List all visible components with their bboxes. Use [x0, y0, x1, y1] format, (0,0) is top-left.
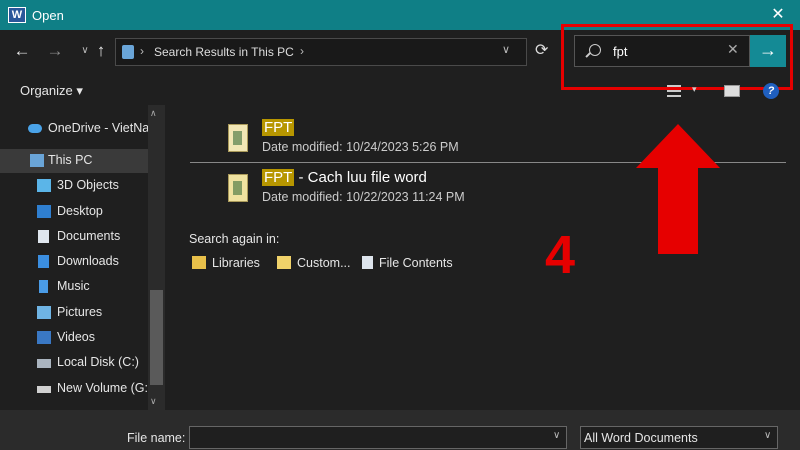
- sidebar-item-3d-objects[interactable]: 3D Objects: [0, 174, 148, 198]
- close-icon[interactable]: ✕: [768, 4, 788, 26]
- sidebar-item-label: OneDrive - VietNa: [48, 121, 150, 135]
- breadcrumb-separator[interactable]: ›: [300, 44, 304, 58]
- sidebar-item-documents[interactable]: Documents: [0, 225, 148, 249]
- sidebar-item-local-disk-c[interactable]: Local Disk (C:): [0, 351, 148, 375]
- search-match-highlight: FPT: [262, 119, 295, 136]
- forward-button[interactable]: →: [44, 40, 66, 62]
- file-type-value: All Word Documents: [584, 431, 698, 445]
- file-name: FPT: [262, 119, 295, 136]
- sidebar-item-label: Music: [57, 279, 90, 293]
- back-button[interactable]: ←: [11, 40, 33, 62]
- search-highlight-annotation: [561, 24, 793, 90]
- scroll-down-icon[interactable]: ∨: [150, 396, 157, 407]
- red-arrow-annotation: [636, 124, 720, 254]
- date-modified: Date modified: 10/24/2023 5:26 PM: [262, 140, 459, 154]
- sidebar-item-label: This PC: [48, 153, 93, 167]
- drive-icon: [37, 359, 51, 368]
- file-contents-icon: [362, 256, 373, 269]
- sidebar-item-label: New Volume (G:): [57, 381, 153, 395]
- drive-icon: [37, 386, 51, 393]
- navigation-pane: OneDrive - VietNa This PC 3D Objects Des…: [0, 105, 168, 410]
- help-icon[interactable]: ?: [763, 83, 779, 99]
- date-modified: Date modified: 10/22/2023 11:24 PM: [262, 190, 465, 204]
- 3d-objects-icon: [37, 179, 51, 192]
- sidebar-item-label: Local Disk (C:): [57, 355, 139, 369]
- libraries-icon: [192, 256, 206, 269]
- view-dropdown-icon[interactable]: ▾: [692, 84, 697, 95]
- sidebar-item-label: 3D Objects: [57, 178, 119, 192]
- sidebar-item-label: Downloads: [57, 254, 119, 268]
- search-again-libraries[interactable]: Libraries: [192, 256, 260, 270]
- sidebar-item-videos[interactable]: Videos: [0, 326, 148, 350]
- computer-icon: [30, 154, 44, 167]
- up-button[interactable]: ↑: [90, 40, 112, 62]
- custom-folder-icon: [277, 256, 291, 269]
- search-again-file-contents[interactable]: File Contents: [362, 256, 453, 270]
- step-number-annotation: 4: [545, 225, 576, 285]
- pictures-icon: [37, 306, 51, 319]
- change-view-icon[interactable]: [667, 84, 681, 98]
- sidebar-item-new-volume-g[interactable]: New Volume (G:): [0, 377, 152, 401]
- file-name-field[interactable]: [189, 426, 567, 449]
- search-again-label: Search again in:: [189, 232, 280, 246]
- desktop-icon: [37, 205, 51, 218]
- search-match-highlight: FPT: [262, 169, 295, 186]
- search-again-custom[interactable]: Custom...: [277, 256, 351, 270]
- sidebar-item-this-pc[interactable]: This PC: [0, 149, 148, 173]
- music-icon: [39, 280, 48, 293]
- word-document-icon: [228, 124, 248, 152]
- sidebar-item-downloads[interactable]: Downloads: [0, 250, 148, 274]
- sidebar-item-label: Desktop: [57, 204, 103, 218]
- sidebar-item-desktop[interactable]: Desktop: [0, 200, 148, 224]
- sidebar-item-onedrive[interactable]: OneDrive - VietNa: [0, 117, 150, 141]
- sidebar-item-label: Videos: [57, 330, 95, 344]
- organize-button[interactable]: Organize ▾: [20, 83, 83, 99]
- file-name: FPT - Cach luu file word: [262, 169, 427, 186]
- documents-icon: [38, 230, 49, 243]
- address-bar[interactable]: › Search Results in This PC › ∨: [115, 38, 527, 66]
- sidebar-item-pictures[interactable]: Pictures: [0, 301, 148, 325]
- search-results-icon: [122, 45, 134, 59]
- sidebar-item-label: Documents: [57, 229, 121, 243]
- breadcrumb-separator: ›: [140, 44, 144, 58]
- address-dropdown-icon[interactable]: ∨: [502, 43, 510, 56]
- sidebar-item-label: Pictures: [57, 305, 103, 319]
- scrollbar-thumb[interactable]: [150, 290, 163, 385]
- scroll-up-icon[interactable]: ∧: [150, 108, 157, 119]
- window-title: Open: [32, 8, 64, 23]
- word-document-icon: [228, 174, 248, 202]
- sidebar-item-music[interactable]: Music: [0, 275, 148, 299]
- downloads-icon: [38, 255, 49, 268]
- breadcrumb[interactable]: Search Results in This PC: [154, 45, 294, 59]
- cloud-icon: [28, 124, 42, 133]
- videos-icon: [37, 331, 51, 344]
- preview-pane-icon[interactable]: [724, 85, 740, 97]
- file-type-dropdown-icon[interactable]: ∨: [764, 430, 771, 441]
- word-app-icon: W: [8, 7, 26, 23]
- refresh-icon[interactable]: ⟳: [535, 40, 548, 60]
- file-name-dropdown-icon[interactable]: ∨: [553, 430, 560, 441]
- file-name-label: File name:: [127, 431, 186, 445]
